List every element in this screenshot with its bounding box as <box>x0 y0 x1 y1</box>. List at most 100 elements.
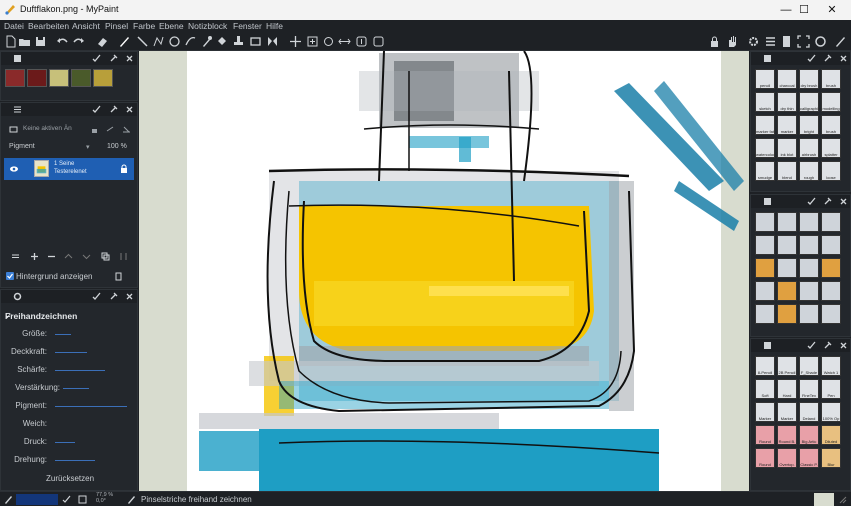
brush-preset[interactable] <box>755 212 775 232</box>
brush-preset[interactable] <box>799 258 819 278</box>
undo-icon[interactable] <box>56 35 69 48</box>
brush-preset[interactable]: rough <box>799 161 819 181</box>
menu-bearbeiten[interactable]: Bearbeiten <box>28 21 69 31</box>
show-background-label[interactable]: Hintergrund anzeigen <box>16 272 93 281</box>
reset-button[interactable]: Zurücksetzen <box>46 474 94 483</box>
zoom-view-icon[interactable] <box>306 35 319 48</box>
close-button[interactable]: ✕ <box>812 1 851 19</box>
brush-preset[interactable]: Watch 1 <box>821 356 841 376</box>
eye-visibility-icon[interactable] <box>9 164 19 174</box>
open-file-icon[interactable] <box>18 35 31 48</box>
current-brush-icon[interactable] <box>4 495 13 504</box>
canvas-artwork[interactable] <box>139 51 749 491</box>
menu-ansicht[interactable]: Ansicht <box>72 21 100 31</box>
brush-preset[interactable] <box>755 235 775 255</box>
color-swatch[interactable] <box>27 69 47 87</box>
brush-preset[interactable]: Soft <box>755 379 775 399</box>
brush-preset[interactable]: Deland <box>799 402 819 422</box>
move-layer-down-icon[interactable] <box>82 252 91 261</box>
color-swatch[interactable] <box>71 69 91 87</box>
brush-preset[interactable]: 2B Pencil <box>777 356 797 376</box>
check-icon[interactable] <box>92 54 101 63</box>
brush-preset[interactable] <box>821 258 841 278</box>
remove-layer-icon[interactable] <box>47 252 56 261</box>
brush-preset[interactable]: calligraphic <box>799 92 819 112</box>
brush-preset[interactable] <box>777 235 797 255</box>
brush-preset[interactable]: marker <box>777 115 797 135</box>
move-layer-up-icon[interactable] <box>64 252 73 261</box>
brush-preset[interactable] <box>777 258 797 278</box>
brush-preset[interactable]: ink blot <box>777 138 797 158</box>
menu-ebene[interactable]: Ebene <box>159 21 184 31</box>
brush-preset[interactable] <box>821 212 841 232</box>
brush-preset[interactable]: Marker <box>777 402 797 422</box>
link-icon[interactable] <box>106 125 115 134</box>
connected-lines-icon[interactable] <box>152 35 165 48</box>
brush-preset[interactable]: smudge <box>755 161 775 181</box>
brush-preset[interactable]: Round <box>755 448 775 468</box>
close-panel-icon[interactable] <box>839 341 848 350</box>
brush-preset[interactable] <box>821 235 841 255</box>
ellipse-tool-icon[interactable] <box>168 35 181 48</box>
pin-icon[interactable] <box>823 341 832 350</box>
brush-preset[interactable] <box>777 304 797 324</box>
lock-icon[interactable] <box>708 35 721 48</box>
layer-row[interactable]: 1 Seine Testerelenet <box>4 158 134 180</box>
menu-hilfe[interactable]: Hilfe <box>266 21 283 31</box>
inking-tool-icon[interactable] <box>184 35 197 48</box>
layer-lock-icon[interactable] <box>120 164 128 174</box>
brush-preset[interactable]: brush <box>821 69 841 89</box>
pressure-slider[interactable] <box>55 442 75 443</box>
pick-icon[interactable] <box>62 495 71 504</box>
brush-preset[interactable]: dry thin <box>777 92 797 112</box>
brush-preset[interactable]: airbrush <box>799 138 819 158</box>
rotate-view-icon[interactable] <box>322 35 335 48</box>
close-panel-icon[interactable] <box>839 54 848 63</box>
brush-preset[interactable]: watercolour <box>755 138 775 158</box>
brush-preset[interactable] <box>777 281 797 301</box>
gain-slider[interactable] <box>63 388 89 389</box>
duplicate-layer-icon[interactable] <box>101 252 110 261</box>
brush-preset[interactable]: Big Artic <box>799 425 819 445</box>
brush-preset[interactable] <box>821 281 841 301</box>
merge-layer-icon[interactable] <box>119 252 128 261</box>
close-panel-icon[interactable] <box>125 105 134 114</box>
brush-preset[interactable]: splatter <box>821 138 841 158</box>
pin-icon[interactable] <box>109 54 118 63</box>
brush-preset[interactable] <box>821 304 841 324</box>
brush-preset[interactable]: pencil <box>755 69 775 89</box>
reset-view-icon[interactable] <box>372 35 385 48</box>
close-panel-icon[interactable] <box>125 54 134 63</box>
brush-preset[interactable]: Pen <box>821 379 841 399</box>
brush-preset[interactable]: FineTex <box>799 379 819 399</box>
brush-preset[interactable]: bright <box>799 115 819 135</box>
brush-preset[interactable] <box>799 235 819 255</box>
brush-preset[interactable]: Diluted <box>821 425 841 445</box>
menu-datei[interactable]: Datei <box>4 21 24 31</box>
brush-preset[interactable]: Marker <box>755 402 775 422</box>
eraser-icon[interactable] <box>96 35 109 48</box>
pigment-slider[interactable] <box>55 406 127 407</box>
sharpness-slider[interactable] <box>55 370 105 371</box>
brush-selector-icon[interactable] <box>834 35 847 48</box>
dropdown-arrow-icon[interactable]: ▾ <box>86 143 90 151</box>
check-icon[interactable] <box>807 54 816 63</box>
layer-stack-icon[interactable] <box>11 252 20 261</box>
color-swatch[interactable] <box>49 69 69 87</box>
hand-icon[interactable] <box>726 35 739 48</box>
stamp-icon[interactable] <box>232 35 245 48</box>
blend-mode-select[interactable]: Pigment <box>9 143 35 150</box>
color-picker-icon[interactable] <box>200 35 213 48</box>
freehand-brush-icon[interactable] <box>118 35 131 48</box>
brush-preset[interactable]: sketch <box>755 92 775 112</box>
brush-preset[interactable]: F_Shade <box>799 356 819 376</box>
rotation-slider[interactable] <box>55 460 95 461</box>
brush-preset[interactable]: blend <box>777 161 797 181</box>
line-tool-icon[interactable] <box>136 35 149 48</box>
brush-preset[interactable] <box>799 304 819 324</box>
close-panel-icon[interactable] <box>839 197 848 206</box>
resize-grip-icon[interactable] <box>838 495 847 504</box>
brush-preset[interactable]: Overtop. <box>777 448 797 468</box>
brush-preset[interactable]: brush <box>821 115 841 135</box>
menu-fenster[interactable]: Fenster <box>233 21 262 31</box>
